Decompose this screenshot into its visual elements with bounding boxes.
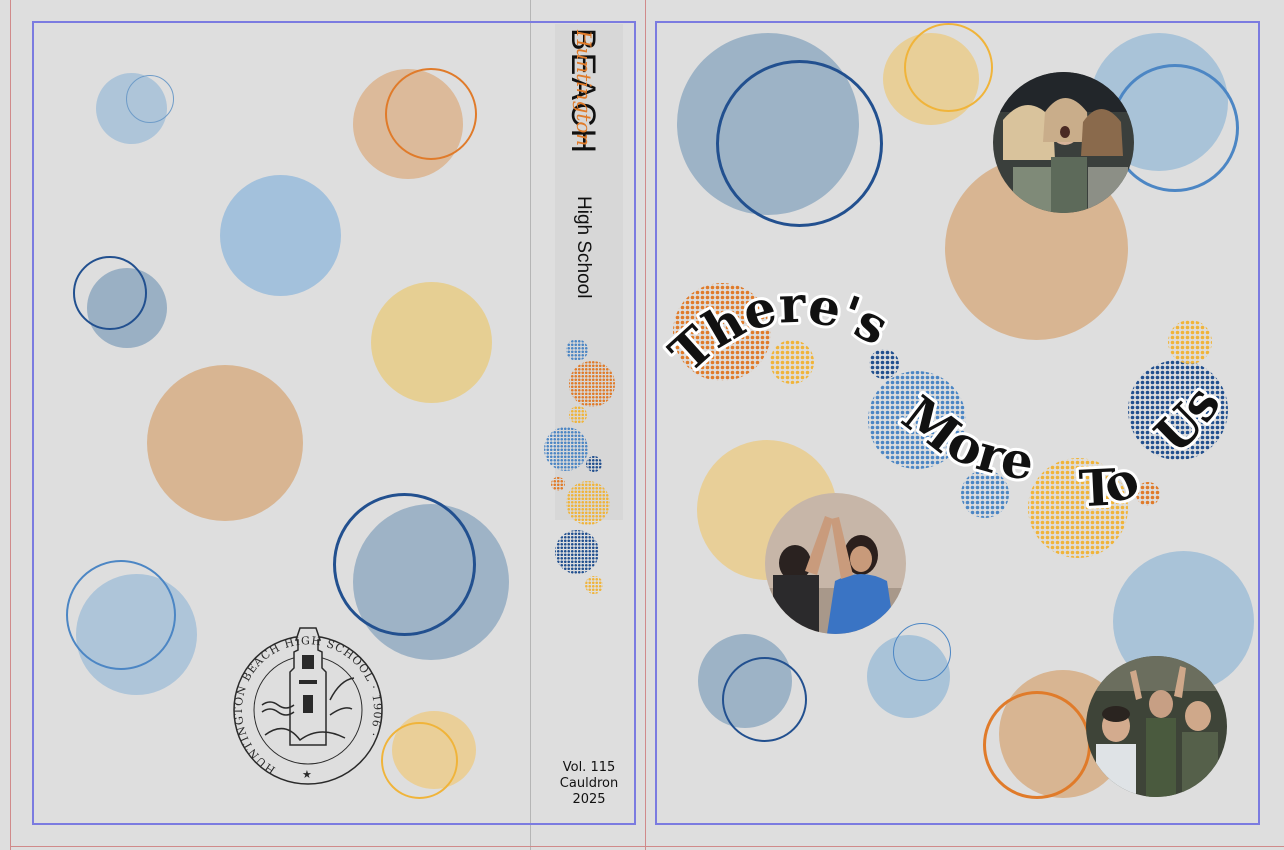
title-line-2: More [892, 384, 1038, 492]
title-line-4: Us [1143, 376, 1232, 465]
title-line-3: To [1078, 449, 1147, 519]
title-text: There's More To Us [655, 272, 1235, 522]
title-line-1: There's [658, 275, 898, 384]
